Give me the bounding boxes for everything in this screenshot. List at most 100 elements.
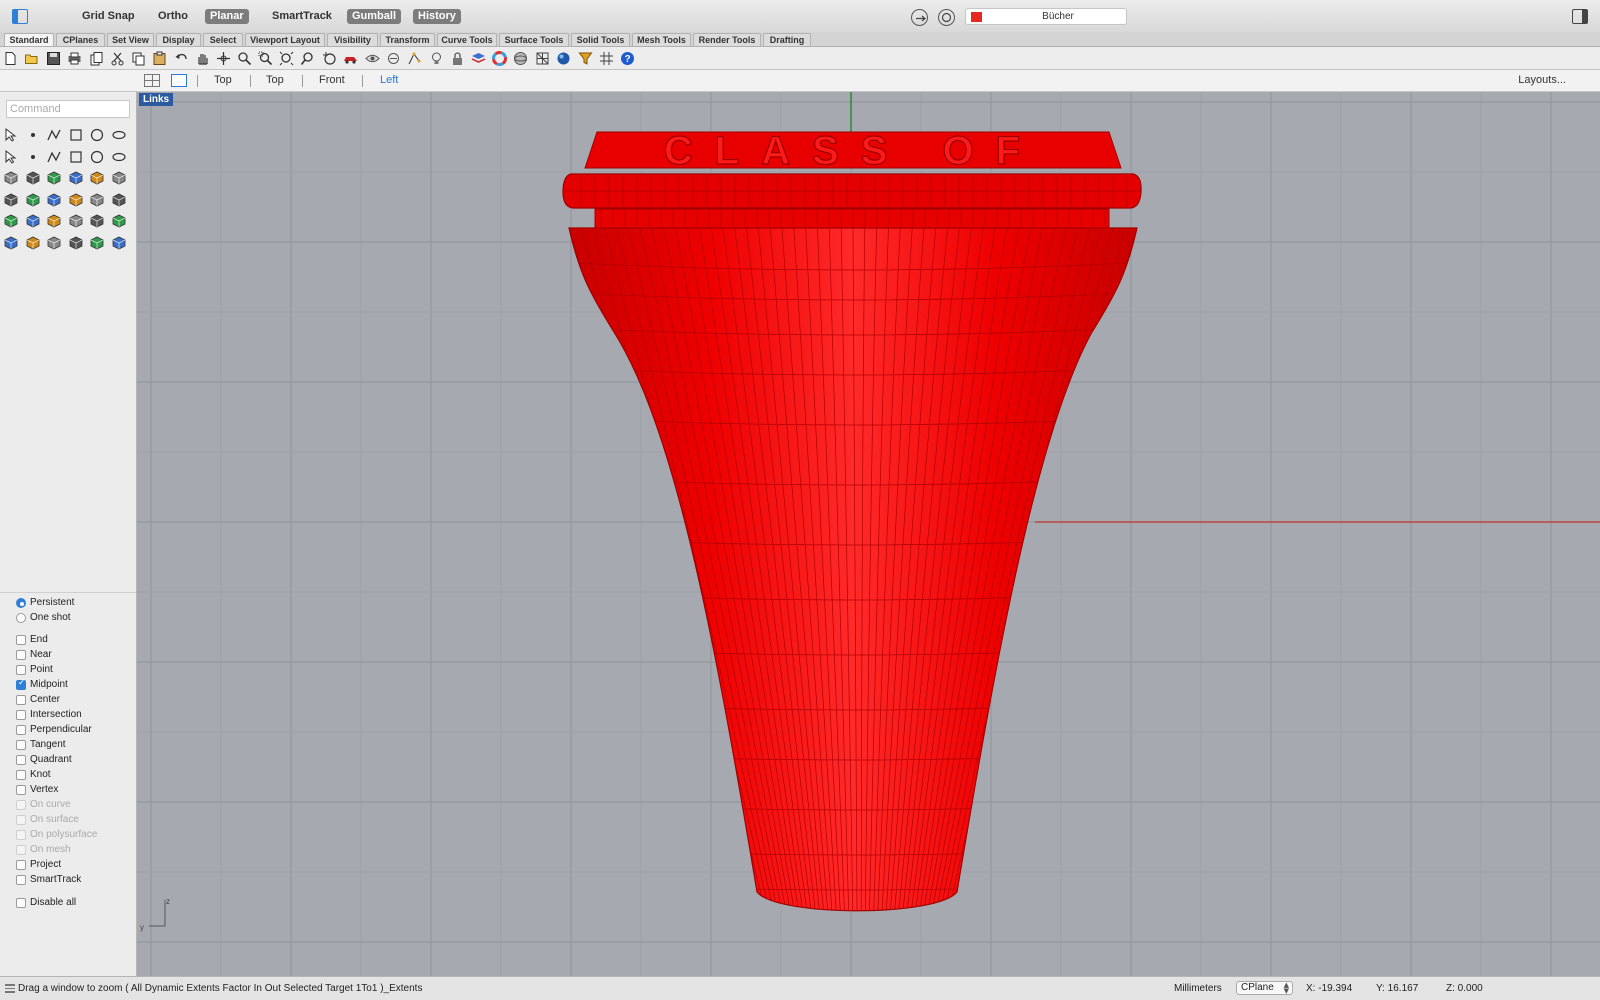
checkbox[interactable] <box>16 860 26 870</box>
grid-snap-toggle[interactable]: Grid Snap <box>77 9 140 24</box>
checkbox[interactable] <box>16 665 26 675</box>
move-icon[interactable] <box>3 213 19 229</box>
ortho-toggle[interactable]: Ortho <box>153 9 193 24</box>
material-sphere-icon[interactable] <box>556 51 571 66</box>
checkbox[interactable] <box>16 785 26 795</box>
checkbox[interactable] <box>16 635 26 645</box>
group-icon[interactable] <box>89 192 105 208</box>
car-icon[interactable] <box>343 51 358 66</box>
arc-icon[interactable] <box>46 149 62 165</box>
target-icon[interactable] <box>938 9 955 26</box>
dimension-icon[interactable] <box>111 149 127 165</box>
lightbulb-icon[interactable] <box>429 51 444 66</box>
history-toggle[interactable]: History <box>413 9 461 24</box>
checkbox[interactable] <box>16 770 26 780</box>
box-icon[interactable] <box>3 170 19 186</box>
select-arrow-icon[interactable] <box>3 127 19 143</box>
extrude-icon[interactable] <box>68 170 84 186</box>
tab-set-view[interactable]: Set View <box>107 33 154 46</box>
rectangle-icon[interactable] <box>25 149 41 165</box>
undo-view-icon[interactable] <box>322 51 337 66</box>
array-icon[interactable] <box>89 213 105 229</box>
osnap-toggle-icon[interactable] <box>911 9 928 26</box>
current-layer-dropdown[interactable]: Bücher <box>965 8 1127 25</box>
edit-icon[interactable] <box>111 235 127 251</box>
lock-icon[interactable] <box>450 51 465 66</box>
mesh-icon[interactable] <box>535 51 550 66</box>
layer-icon[interactable] <box>471 51 486 66</box>
cylinder-icon[interactable] <box>46 170 62 186</box>
polygon-icon[interactable] <box>3 149 19 165</box>
fillet-icon[interactable] <box>68 149 84 165</box>
point-icon[interactable] <box>25 127 41 143</box>
tab-curve-tools[interactable]: Curve Tools <box>437 33 497 46</box>
tab-viewport-layout[interactable]: Viewport Layout <box>245 33 325 46</box>
color-wheel-icon[interactable] <box>492 51 507 66</box>
tab-mesh-tools[interactable]: Mesh Tools <box>632 33 691 46</box>
tab-visibility[interactable]: Visibility <box>327 33 378 46</box>
split-icon[interactable] <box>25 192 41 208</box>
view-tab-top[interactable]: Top <box>214 74 232 86</box>
sphere-icon[interactable] <box>25 170 41 186</box>
explode-icon[interactable] <box>68 192 84 208</box>
help-icon[interactable]: ? <box>620 51 635 66</box>
boolean-icon[interactable] <box>89 170 105 186</box>
isolate-icon[interactable] <box>386 51 401 66</box>
units-label[interactable]: Millimeters <box>1174 983 1222 994</box>
mirror-icon[interactable] <box>68 213 84 229</box>
print-icon[interactable] <box>67 51 82 66</box>
polyline-icon[interactable] <box>46 127 62 143</box>
rotate-icon[interactable] <box>25 213 41 229</box>
viewport-left[interactable]: CLASS OF z y Links <box>137 92 1600 976</box>
gumball-toggle[interactable]: Gumball <box>347 9 402 24</box>
checkbox[interactable] <box>16 725 26 735</box>
tab-transform[interactable]: Transform <box>380 33 435 46</box>
solid-edit-icon[interactable] <box>111 170 127 186</box>
cut-icon[interactable] <box>110 51 125 66</box>
tab-surface-tools[interactable]: Surface Tools <box>499 33 569 46</box>
trim-icon[interactable] <box>3 192 19 208</box>
checkbox[interactable] <box>16 710 26 720</box>
tab-render-tools[interactable]: Render Tools <box>693 33 761 46</box>
checkbox[interactable] <box>16 875 26 885</box>
checkbox[interactable] <box>16 678 26 690</box>
align-icon[interactable] <box>111 213 127 229</box>
tab-solid-tools[interactable]: Solid Tools <box>571 33 630 46</box>
checkbox[interactable] <box>16 695 26 705</box>
open-file-icon[interactable] <box>24 51 39 66</box>
radio-button[interactable] <box>16 613 26 623</box>
undo-icon[interactable] <box>174 51 189 66</box>
checkbox[interactable] <box>16 740 26 750</box>
analyze-icon[interactable] <box>46 235 62 251</box>
render-sphere-icon[interactable] <box>513 51 528 66</box>
cplane-dropdown[interactable]: CPlane ▲ ▼ <box>1236 981 1293 995</box>
render-icon[interactable] <box>89 235 105 251</box>
curve-icon[interactable] <box>68 127 84 143</box>
checkbox[interactable] <box>16 650 26 660</box>
command-input[interactable] <box>6 100 130 118</box>
grid-array-icon[interactable] <box>3 235 19 251</box>
scale-icon[interactable] <box>46 213 62 229</box>
properties-icon[interactable] <box>25 235 41 251</box>
right-panel-toggle-icon[interactable] <box>1572 9 1588 24</box>
cup-model[interactable]: CLASS OF <box>537 128 1167 912</box>
pan-hand-icon[interactable] <box>195 51 210 66</box>
zoom-extents-icon[interactable] <box>279 51 294 66</box>
visibility-eye-icon[interactable] <box>365 51 380 66</box>
transform-icon[interactable] <box>407 51 422 66</box>
new-file-icon[interactable] <box>3 51 18 66</box>
filter-icon[interactable] <box>578 51 593 66</box>
single-viewport-icon[interactable] <box>171 74 187 87</box>
radio-button[interactable] <box>16 598 26 608</box>
tab-display[interactable]: Display <box>156 33 201 46</box>
smarttrack-toggle[interactable]: SmartTrack <box>267 9 337 24</box>
copy-to-clipboard-icon[interactable] <box>89 51 104 66</box>
ellipse-icon[interactable] <box>111 127 127 143</box>
command-history-icon[interactable] <box>5 984 15 993</box>
rotate-view-icon[interactable] <box>216 51 231 66</box>
viewport-name-label[interactable]: Links <box>139 93 174 106</box>
zoom-icon[interactable] <box>237 51 252 66</box>
four-viewports-icon[interactable] <box>144 74 160 87</box>
planar-toggle[interactable]: Planar <box>205 9 249 24</box>
zoom-selected-icon[interactable] <box>300 51 315 66</box>
